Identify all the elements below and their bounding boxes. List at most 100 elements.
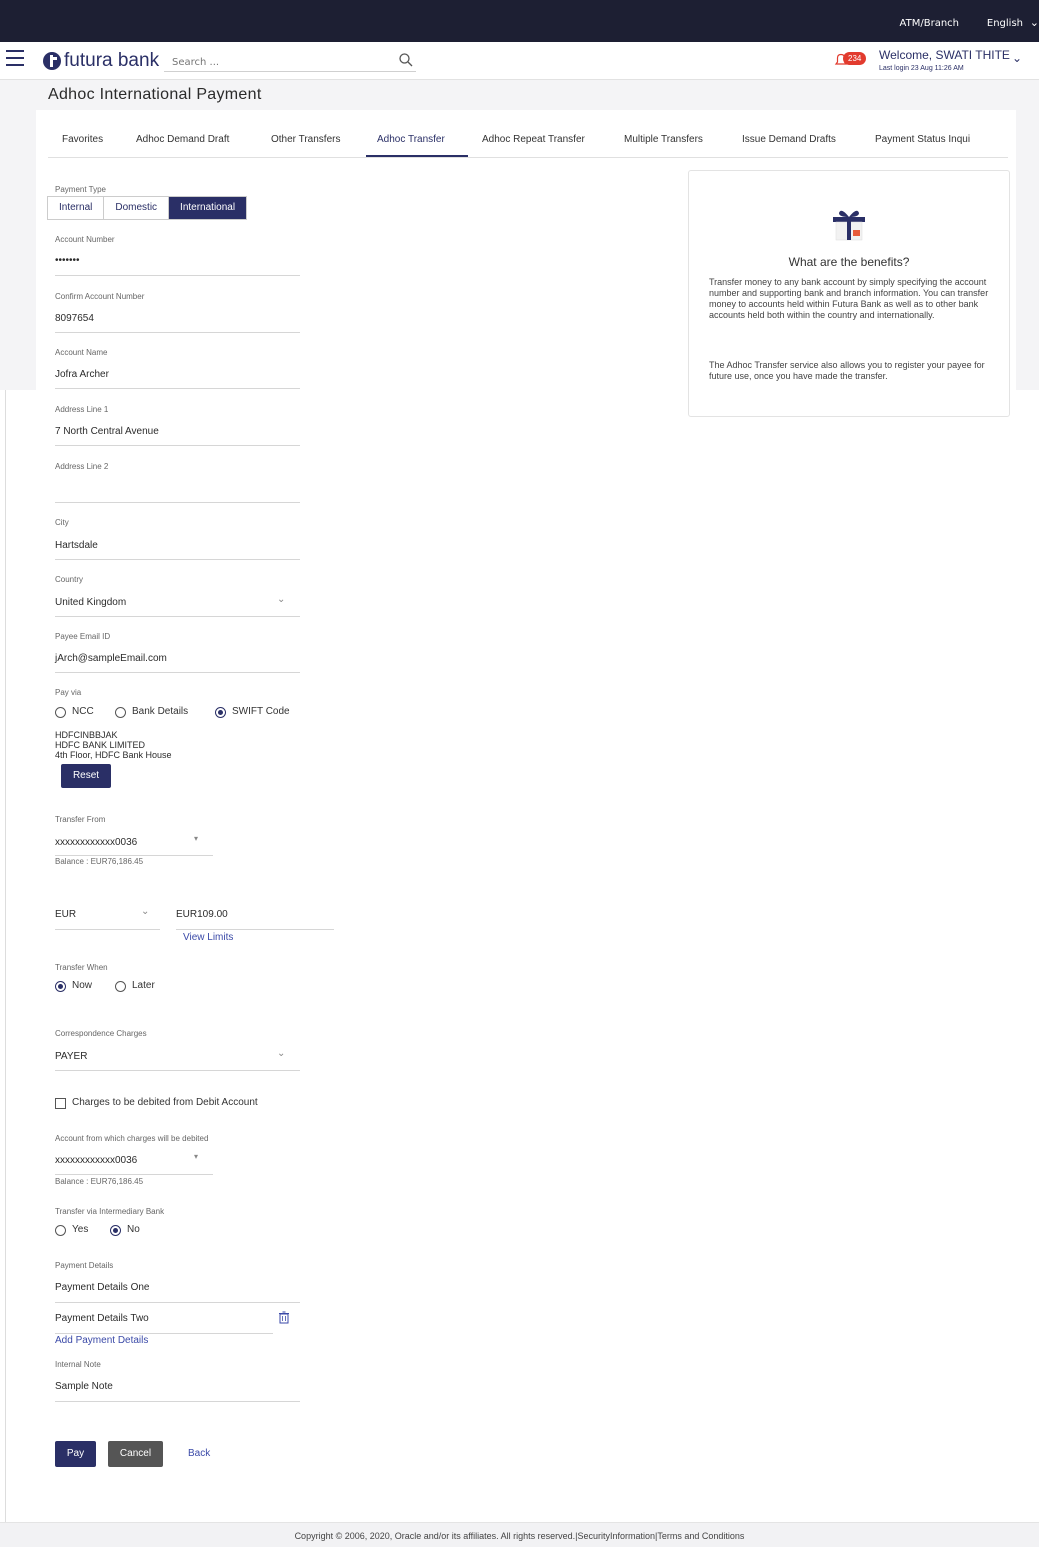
currency-chevron-down-icon[interactable]: ⌄ [141, 906, 149, 917]
confirm-account-number-field[interactable]: 8097654 [55, 313, 94, 324]
charges-account-select[interactable]: xxxxxxxxxxxx0036 [55, 1155, 137, 1166]
benefits-title: What are the benefits? [788, 255, 910, 269]
pay-via-swift-radio[interactable] [215, 707, 226, 718]
transfer-when-now-label[interactable]: Now [72, 980, 92, 991]
currency-underline [55, 929, 160, 930]
amount-field[interactable]: EUR109.00 [176, 909, 228, 920]
tab-adhoc-demand-draft[interactable]: Adhoc Demand Draft [136, 134, 229, 145]
address-line2-underline [55, 502, 300, 503]
tab-adhoc-transfer[interactable]: Adhoc Transfer [377, 134, 445, 145]
tab-other-transfers[interactable]: Other Transfers [271, 134, 340, 145]
payment-details-line2[interactable]: Payment Details Two [55, 1313, 149, 1324]
country-chevron-down-icon[interactable]: ⌄ [277, 594, 285, 605]
country-select[interactable]: United Kingdom [55, 597, 126, 608]
swift-bank-details: HDFCINBBJAK HDFC BANK LIMITED 4th Floor,… [55, 730, 172, 760]
charges-account-balance: Balance : EUR76,186.45 [55, 1177, 144, 1186]
hamburger-icon[interactable] [6, 50, 24, 66]
account-number-underline [55, 275, 300, 276]
intermediary-yes-label[interactable]: Yes [72, 1224, 88, 1235]
payment-details-line1[interactable]: Payment Details One [55, 1282, 150, 1293]
search-box[interactable] [164, 50, 416, 74]
payment-details-line2-underline [55, 1333, 273, 1334]
correspondence-charges-select[interactable]: PAYER [55, 1051, 87, 1062]
charges-account-caret-icon[interactable]: ▾ [194, 1152, 198, 1161]
notification-badge[interactable]: 234 [843, 52, 867, 65]
language-chevron-down-icon[interactable]: ⌄ [1030, 16, 1039, 29]
charges-account-underline [55, 1174, 213, 1175]
payee-email-field[interactable]: jArch@sampleEmail.com [55, 653, 167, 664]
cancel-button[interactable]: Cancel [108, 1441, 163, 1467]
payment-type-internal[interactable]: Internal [48, 197, 105, 219]
transfer-when-later-label[interactable]: Later [132, 980, 155, 991]
internal-note-underline [55, 1401, 300, 1402]
active-tab-indicator [366, 155, 468, 157]
internal-note-field[interactable]: Sample Note [55, 1381, 113, 1392]
account-name-field[interactable]: Jofra Archer [55, 369, 109, 380]
account-number-field[interactable]: ••••••• [55, 255, 80, 266]
payment-type-international[interactable]: International [169, 197, 247, 219]
logo-text[interactable]: futura bank [64, 50, 159, 72]
pay-button[interactable]: Pay [55, 1441, 96, 1467]
logo-icon [43, 52, 61, 70]
charges-debit-checkbox[interactable] [55, 1098, 66, 1109]
reset-button[interactable]: Reset [61, 764, 111, 788]
trash-icon[interactable] [278, 1311, 290, 1324]
add-payment-details-link[interactable]: Add Payment Details [55, 1335, 148, 1346]
footer: Copyright © 2006, 2020, Oracle and/or it… [0, 1522, 1039, 1547]
charges-account-label: Account from which charges will be debit… [55, 1134, 209, 1143]
city-field[interactable]: Hartsdale [55, 540, 98, 551]
pay-via-bank-details-radio[interactable] [115, 707, 126, 718]
header: futura bank 234 Welcome, SWATI THITE Las… [0, 42, 1039, 80]
gift-icon [833, 210, 865, 241]
intermediary-yes-radio[interactable] [55, 1225, 66, 1236]
benefits-paragraph-2: The Adhoc Transfer service also allows y… [709, 360, 985, 381]
language-selector[interactable]: English [987, 18, 1023, 29]
currency-select[interactable]: EUR [55, 909, 76, 920]
view-limits-link[interactable]: View Limits [183, 932, 233, 943]
confirm-account-underline [55, 332, 300, 333]
charges-chevron-down-icon[interactable]: ⌄ [277, 1048, 285, 1059]
tab-issue-demand-drafts[interactable]: Issue Demand Drafts [742, 134, 836, 145]
country-label: Country [55, 575, 84, 584]
transfer-when-now-radio[interactable] [55, 981, 66, 992]
user-menu-chevron-down-icon[interactable]: ⌄ [1012, 51, 1022, 65]
welcome-text[interactable]: Welcome, SWATI THITE [879, 48, 1010, 62]
charges-underline [55, 1070, 300, 1071]
transfer-from-select[interactable]: xxxxxxxxxxxx0036 [55, 837, 137, 848]
pay-via-ncc-label[interactable]: NCC [72, 706, 94, 717]
tab-bar: Favorites Adhoc Demand Draft Other Trans… [48, 124, 1008, 158]
internal-note-label: Internal Note [55, 1360, 101, 1369]
correspondence-charges-label: Correspondence Charges [55, 1029, 147, 1038]
page-title: Adhoc International Payment [48, 86, 262, 103]
tab-favorites[interactable]: Favorites [62, 134, 103, 145]
transfer-when-later-radio[interactable] [115, 981, 126, 992]
bank-name-text: HDFC BANK LIMITED [55, 740, 146, 750]
intermediary-no-radio[interactable] [110, 1225, 121, 1236]
charges-debit-checkbox-label[interactable]: Charges to be debited from Debit Account [72, 1097, 258, 1108]
transfer-from-caret-icon[interactable]: ▾ [194, 834, 198, 843]
bank-address-text: 4th Floor, HDFC Bank House [55, 750, 172, 760]
pay-via-swift-label[interactable]: SWIFT Code [232, 706, 290, 717]
payee-email-underline [55, 672, 300, 673]
back-link[interactable]: Back [188, 1448, 210, 1459]
payment-type-selector: Internal Domestic International [47, 196, 248, 220]
pay-via-bank-details-label[interactable]: Bank Details [132, 706, 188, 717]
address-line2-label: Address Line 2 [55, 462, 109, 471]
atm-branch-link[interactable]: ATM/Branch [900, 18, 959, 29]
address-line1-field[interactable]: 7 North Central Avenue [55, 426, 159, 437]
transfer-from-balance: Balance : EUR76,186.45 [55, 857, 144, 866]
payment-type-domestic[interactable]: Domestic [104, 197, 170, 219]
search-input[interactable] [164, 51, 364, 74]
tab-multiple-transfers[interactable]: Multiple Transfers [624, 134, 703, 145]
pay-via-ncc-radio[interactable] [55, 707, 66, 718]
search-icon[interactable] [398, 52, 414, 68]
benefits-paragraph-1: Transfer money to any bank account by si… [709, 277, 989, 320]
footer-copyright[interactable]: Copyright © 2006, 2020, Oracle and/or it… [0, 1531, 1039, 1541]
tab-payment-status-inquiry[interactable]: Payment Status Inqui [875, 134, 970, 145]
account-name-underline [55, 388, 300, 389]
tab-adhoc-repeat-transfer[interactable]: Adhoc Repeat Transfer [482, 134, 585, 145]
city-underline [55, 559, 300, 560]
account-name-label: Account Name [55, 348, 108, 357]
payment-details-line1-underline [55, 1302, 300, 1303]
intermediary-no-label[interactable]: No [127, 1224, 140, 1235]
